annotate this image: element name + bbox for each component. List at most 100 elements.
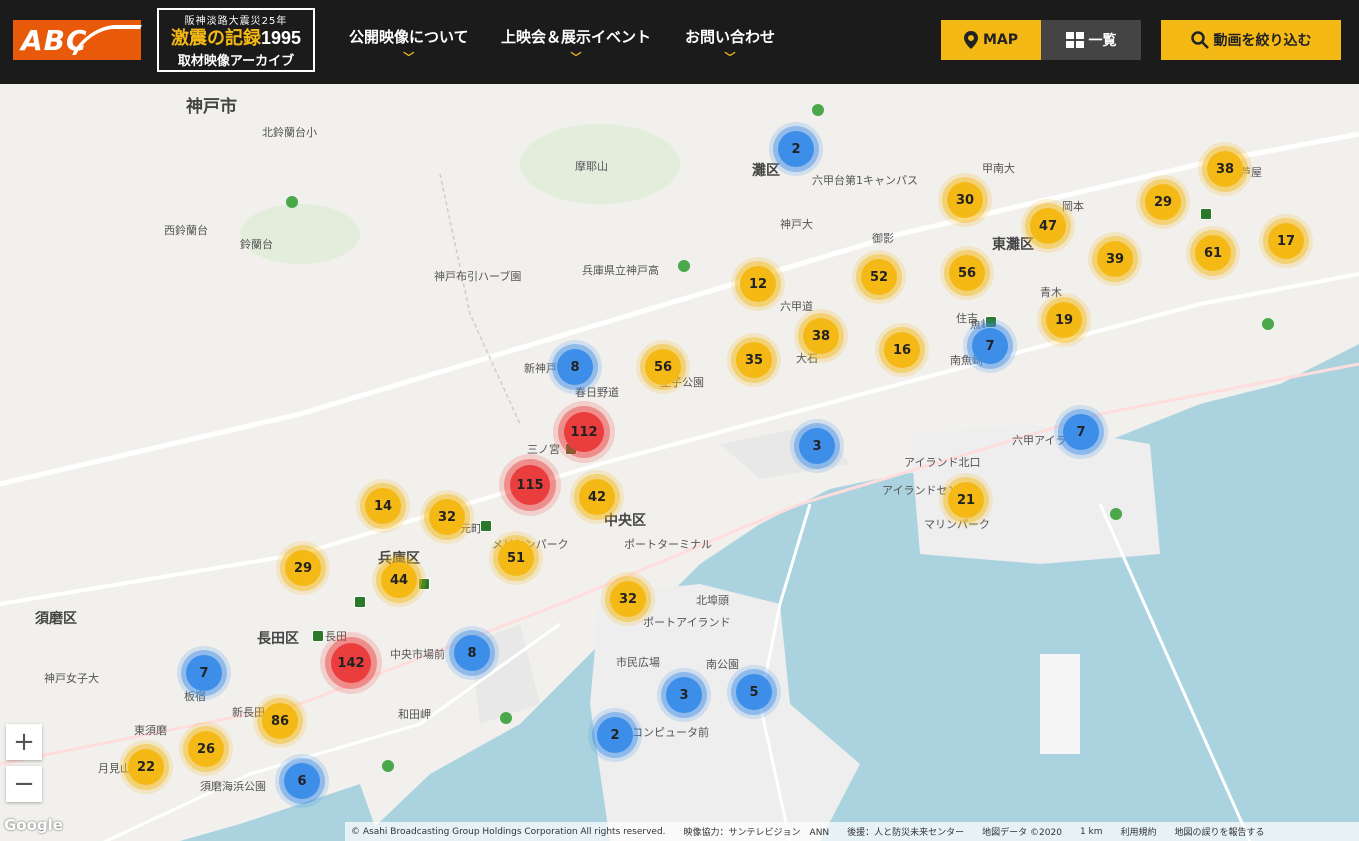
map-cluster-marker[interactable]: 39: [1097, 241, 1133, 277]
map-cluster-marker[interactable]: 61: [1195, 235, 1231, 271]
label-shin-nagata: 新長田: [232, 706, 265, 719]
map-cluster-marker[interactable]: 115: [510, 465, 550, 505]
archive-title-box[interactable]: 阪神淡路大震災25年 激震の記録1995 取材映像アーカイブ: [157, 8, 315, 72]
station-icon: [312, 630, 324, 642]
map-pin-icon[interactable]: [678, 260, 690, 272]
nav-events[interactable]: 上映会＆展示イベント ﹀: [501, 26, 651, 65]
map-cluster-marker[interactable]: 26: [188, 731, 224, 767]
station-icon: [1200, 208, 1212, 220]
map-cluster-marker[interactable]: 38: [1207, 151, 1243, 187]
label-rokkodai-campus: 六甲台第1キャンパス: [812, 174, 918, 187]
chevron-down-icon: ﹀: [570, 51, 582, 64]
map-pin-icon[interactable]: [1262, 318, 1274, 330]
map-cluster-marker[interactable]: 86: [262, 703, 298, 739]
map-cluster-marker[interactable]: 7: [1063, 414, 1099, 450]
label-sannomiya: 三ノ宮: [527, 443, 560, 456]
map-cluster-marker[interactable]: 2: [597, 717, 633, 753]
map-cluster-marker[interactable]: 38: [803, 318, 839, 354]
map-button-label: MAP: [982, 32, 1019, 48]
label-nada-ward: 灘区: [752, 163, 780, 179]
cooperation-text: 映像協力：サンテレビジョン ANN: [683, 828, 830, 838]
map-cluster-marker[interactable]: 21: [948, 482, 984, 518]
label-nagata-station: 長田: [325, 630, 347, 643]
map-cluster-marker[interactable]: 8: [557, 349, 593, 385]
map-cluster-marker[interactable]: 17: [1268, 223, 1304, 259]
label-ashiya: 芦屋: [1240, 166, 1262, 179]
label-rokkomichi: 六甲道: [780, 300, 813, 313]
abc-logo[interactable]: ABC: [13, 20, 142, 60]
map-cluster-marker[interactable]: 16: [884, 332, 920, 368]
scale-text: 1 km: [1079, 826, 1103, 837]
list-view-button[interactable]: 一覧: [1041, 20, 1141, 60]
copyright-text: © Asahi Broadcasting Group Holdings Corp…: [351, 826, 666, 837]
zoom-in-button[interactable]: +: [6, 724, 42, 760]
support-text: 後援：人と防災未来センター: [847, 828, 965, 838]
station-icon: [985, 316, 997, 328]
map-cluster-marker[interactable]: 22: [128, 749, 164, 785]
label-island-kita: アイランド北口: [904, 456, 981, 469]
map-cluster-marker[interactable]: 52: [861, 259, 897, 295]
label-wadamisaki: 和田岬: [398, 708, 431, 721]
map-pin-icon: [963, 31, 978, 49]
map-cluster-marker[interactable]: 7: [186, 655, 222, 691]
map-cluster-marker[interactable]: 112: [564, 412, 604, 452]
map-cluster-marker[interactable]: 19: [1046, 302, 1082, 338]
map-cluster-marker[interactable]: 6: [284, 763, 320, 799]
label-chuo-ichiba: 中央市場前: [390, 648, 445, 661]
map-cluster-marker[interactable]: 29: [285, 550, 321, 586]
label-chuo-ward: 中央区: [604, 513, 646, 529]
map-pin-icon[interactable]: [286, 196, 298, 208]
nav-about-videos[interactable]: 公開映像について ﹀: [349, 26, 469, 65]
label-marine-park: マリンパーク: [924, 518, 990, 531]
map-cluster-marker[interactable]: 2: [778, 131, 814, 167]
map-cluster-marker[interactable]: 56: [949, 255, 985, 291]
archive-title: 激震の記録1995: [159, 27, 313, 50]
label-kobe-joshi: 神戸女子大: [44, 672, 99, 685]
map-pin-icon[interactable]: [382, 760, 394, 772]
zoom-out-button[interactable]: −: [6, 766, 42, 802]
label-tsukimiyama: 月見山: [98, 762, 131, 775]
map-cluster-marker[interactable]: 56: [645, 349, 681, 385]
terms-link[interactable]: 利用規約: [1121, 825, 1157, 838]
nav-contact[interactable]: お問い合わせ ﹀: [685, 26, 775, 65]
label-shimin-hiroba: 市民広場: [616, 656, 660, 669]
map-cluster-marker[interactable]: 32: [429, 499, 465, 535]
report-link[interactable]: 地図の誤りを報告する: [1175, 825, 1265, 838]
map-cluster-marker[interactable]: 30: [947, 182, 983, 218]
label-nishi-suzurandai: 西鈴蘭台: [164, 224, 208, 237]
label-minami-koen: 南公園: [706, 658, 739, 671]
map-cluster-marker[interactable]: 3: [799, 428, 835, 464]
nav-about-label: 公開映像について: [349, 28, 469, 46]
label-maya-san: 摩耶山: [575, 160, 608, 173]
map-footer: © Asahi Broadcasting Group Holdings Corp…: [345, 822, 1359, 841]
map-cluster-marker[interactable]: 35: [736, 342, 772, 378]
station-icon: [480, 520, 492, 532]
map-data-text: 地図データ ©2020: [982, 828, 1062, 838]
map-cluster-marker[interactable]: 7: [972, 328, 1008, 364]
search-icon: [1190, 31, 1209, 49]
map-view-button[interactable]: MAP: [941, 20, 1041, 60]
archive-bottom-text: 取材映像アーカイブ: [177, 54, 295, 69]
site-header: ABC 阪神淡路大震災25年 激震の記録1995 取材映像アーカイブ 公開映像に…: [0, 0, 1359, 84]
map-cluster-marker[interactable]: 5: [736, 674, 772, 710]
map-cluster-marker[interactable]: 29: [1145, 184, 1181, 220]
label-kobe-high: 兵庫県立神戸高: [582, 264, 659, 277]
map-pin-icon[interactable]: [812, 104, 824, 116]
map-cluster-marker[interactable]: 42: [579, 479, 615, 515]
map-pin-icon[interactable]: [500, 712, 512, 724]
map-pin-icon[interactable]: [1110, 508, 1122, 520]
map-cluster-marker[interactable]: 14: [365, 488, 401, 524]
label-port-terminal: ポートターミナル: [624, 538, 712, 551]
label-kitasuzurandai: 北鈴蘭台小: [262, 126, 317, 139]
label-higashinada-ward: 東灘区: [992, 237, 1034, 253]
filter-videos-button[interactable]: 動画を絞り込む: [1161, 20, 1341, 60]
grid-icon: [1065, 32, 1084, 48]
map-cluster-marker[interactable]: 32: [610, 581, 646, 617]
map-cluster-marker[interactable]: 51: [498, 540, 534, 576]
map-cluster-marker[interactable]: 44: [381, 562, 417, 598]
map-cluster-marker[interactable]: 142: [331, 643, 371, 683]
map-cluster-marker[interactable]: 12: [740, 266, 776, 302]
map-cluster-marker[interactable]: 3: [666, 677, 702, 713]
map-cluster-marker[interactable]: 47: [1030, 208, 1066, 244]
map-cluster-marker[interactable]: 8: [454, 635, 490, 671]
